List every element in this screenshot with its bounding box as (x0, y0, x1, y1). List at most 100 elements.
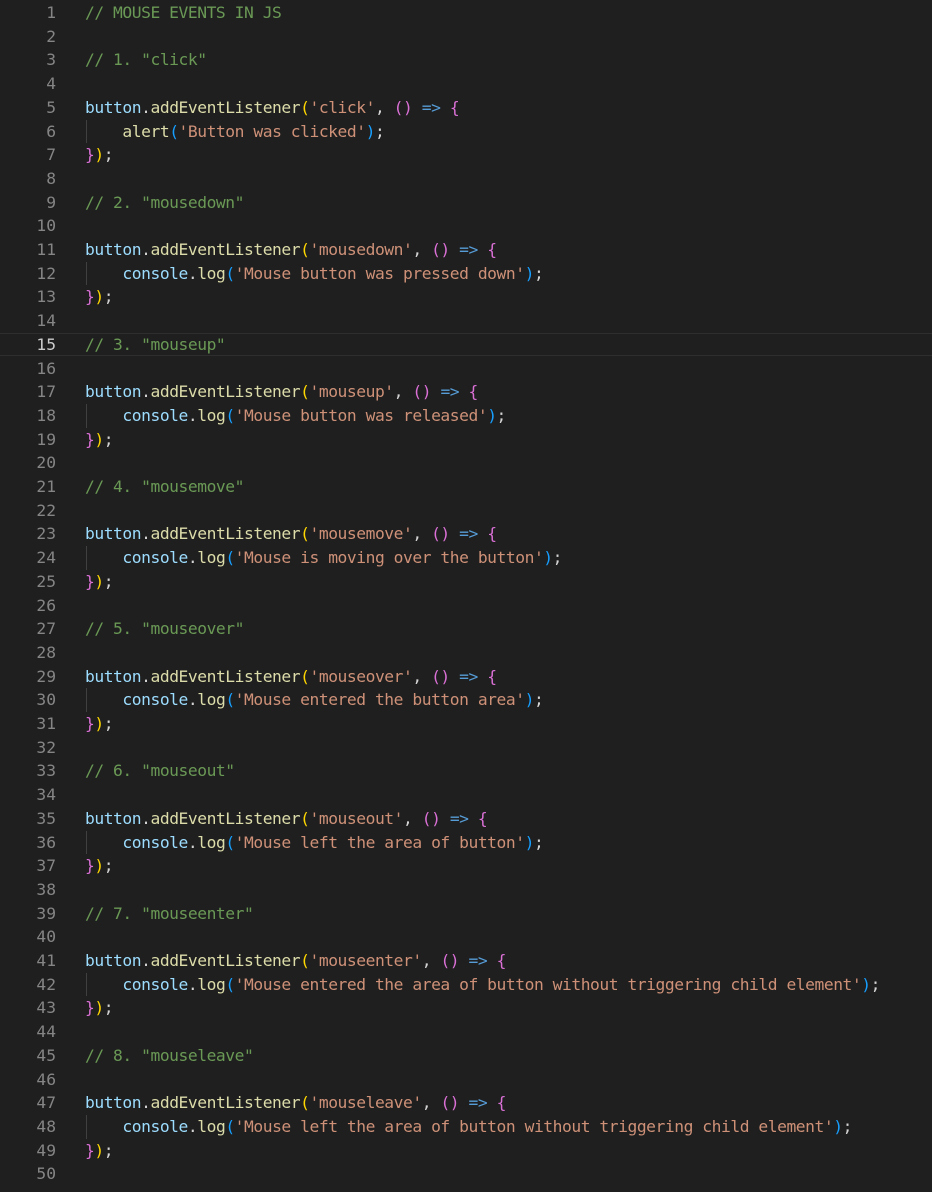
bracket: () (440, 951, 460, 970)
code-line[interactable]: 24 console.log('Mouse is moving over the… (0, 546, 932, 570)
line-number: 6 (46, 121, 56, 141)
identifier: console (122, 1116, 188, 1136)
code-line[interactable]: 31}); (0, 712, 932, 736)
code-line[interactable]: 2 (0, 25, 932, 49)
string-literal: 'Mouse entered the area of button withou… (234, 974, 862, 994)
code-line[interactable]: 40 (0, 925, 932, 949)
code-editor[interactable]: 1// MOUSE EVENTS IN JS 2 3// 1. "click" 4 5 b… (0, 0, 932, 1192)
code-line[interactable]: 7}); (0, 143, 932, 167)
line-number: 36 (36, 832, 56, 852)
punctuation (450, 524, 459, 543)
code-line[interactable]: 15 // 3. "mouseup" (0, 333, 932, 357)
string-literal: 'click' (309, 97, 375, 117)
code-line[interactable]: 21 // 4. "mousemove" (0, 475, 932, 499)
identifier: console (122, 405, 188, 425)
line-number: 16 (36, 358, 56, 378)
arrow-operator: => (468, 951, 488, 970)
code-line[interactable]: 19}); (0, 428, 932, 452)
code-line[interactable]: 44 (0, 1020, 932, 1044)
code-line[interactable]: 4 (0, 72, 932, 96)
code-line[interactable]: 5 button.addEventListener('click', () => … (0, 96, 932, 120)
code-line[interactable]: 37}); (0, 854, 932, 878)
punctuation (440, 809, 449, 828)
code-line[interactable]: 18 console.log('Mouse button was release… (0, 404, 932, 428)
arrow-operator: => (459, 240, 478, 259)
code-text: button.addEventListener('mouseout', () =… (85, 807, 488, 831)
function-name: log (197, 548, 226, 568)
code-line[interactable]: 26 (0, 594, 932, 618)
punctuation: , (412, 666, 432, 686)
code-line[interactable]: 23 button.addEventListener('mousemove', (… (0, 522, 932, 546)
punctuation: ; (103, 429, 114, 449)
code-line[interactable]: 33 // 6. "mouseout" (0, 759, 932, 783)
indent-guide (86, 403, 87, 428)
punctuation: , (412, 524, 432, 544)
code-line[interactable]: 22 (0, 499, 932, 523)
identifier: button (85, 524, 142, 544)
code-line[interactable]: 49}); (0, 1139, 932, 1163)
bracket: ( (225, 548, 235, 568)
bracket: } (85, 287, 95, 307)
code-line[interactable]: 35 button.addEventListener('mouseout', ()… (0, 807, 932, 831)
code-line[interactable]: 34 (0, 783, 932, 807)
code-line[interactable]: 32 (0, 736, 932, 760)
code-line[interactable]: 13}); (0, 285, 932, 309)
code-line[interactable]: 46 (0, 1068, 932, 1092)
code-line[interactable]: 45 // 8. "mouseleave" (0, 1044, 932, 1068)
punctuation: , (421, 951, 441, 970)
code-line[interactable]: 27 // 5. "mouseover" (0, 617, 932, 641)
code-line[interactable]: 36 console.log('Mouse left the area of b… (0, 831, 932, 855)
bracket: } (85, 429, 95, 449)
code-line[interactable]: 16 (0, 357, 932, 381)
function-name: log (197, 974, 226, 994)
code-line[interactable]: 8 (0, 167, 932, 191)
code-line[interactable]: 6 alert('Button was clicked'); (0, 120, 932, 144)
code-line[interactable]: 11 button.addEventListener('mousedown', (… (0, 238, 932, 262)
code-line[interactable]: 3 // 1. "click" (0, 48, 932, 72)
bracket: { (487, 240, 497, 259)
code-line[interactable]: 50 (0, 1162, 932, 1186)
code-text: console.log('Mouse left the area of butt… (85, 831, 543, 855)
line-number: 33 (36, 761, 56, 781)
string-literal: 'Mouse button was released' (234, 405, 488, 425)
code-line[interactable]: 25}); (0, 570, 932, 594)
code-line[interactable]: 48 console.log('Mouse left the area of b… (0, 1115, 932, 1139)
punctuation: ; (103, 998, 114, 1018)
code-line[interactable]: 14 (0, 309, 932, 333)
code-line[interactable]: 1 // MOUSE EVENTS IN JS (0, 1, 932, 25)
code-line[interactable]: 39 // 7. "mouseenter" (0, 902, 932, 926)
code-line[interactable]: 10 (0, 214, 932, 238)
bracket: } (85, 714, 95, 733)
code-line[interactable]: 38 (0, 878, 932, 902)
code-line[interactable]: 9 // 2. "mousedown" (0, 191, 932, 215)
line-number: 28 (36, 642, 56, 662)
function-name: addEventListener (150, 666, 301, 686)
bracket: { (487, 524, 497, 544)
code-line[interactable]: 30 console.log('Mouse entered the button… (0, 688, 932, 712)
comment: // 5. "mouseover" (85, 619, 244, 639)
code-text: }); (85, 143, 114, 167)
bracket: { (496, 951, 507, 970)
function-name: addEventListener (150, 382, 301, 402)
code-text: button.addEventListener('mousemove', () … (85, 522, 497, 546)
code-line[interactable]: 43}); (0, 996, 932, 1020)
code-line[interactable]: 29 button.addEventListener('mouseover', (… (0, 665, 932, 689)
code-line[interactable]: 17 button.addEventListener('mouseup', () … (0, 380, 932, 404)
code-text: }); (85, 712, 114, 736)
code-line[interactable]: 28 (0, 641, 932, 665)
punctuation: . (187, 974, 198, 994)
code-line[interactable]: 20 (0, 451, 932, 475)
bracket: { (477, 808, 488, 828)
line-number: 2 (46, 26, 56, 46)
punctuation: ; (103, 714, 114, 733)
code-line[interactable]: 42 console.log('Mouse entered the area o… (0, 973, 932, 997)
code-line[interactable]: 47 button.addEventListener('mouseleave', … (0, 1091, 932, 1115)
punctuation: ; (842, 1116, 853, 1136)
code-text: // 1. "click" (85, 48, 207, 72)
code-text: }); (85, 570, 114, 594)
function-name: log (197, 405, 226, 425)
code-line[interactable]: 12 console.log('Mouse button was pressed… (0, 262, 932, 286)
line-number: 17 (36, 382, 56, 402)
code-line[interactable]: 41 button.addEventListener('mouseenter', … (0, 949, 932, 973)
arrow-operator: => (468, 1093, 488, 1113)
